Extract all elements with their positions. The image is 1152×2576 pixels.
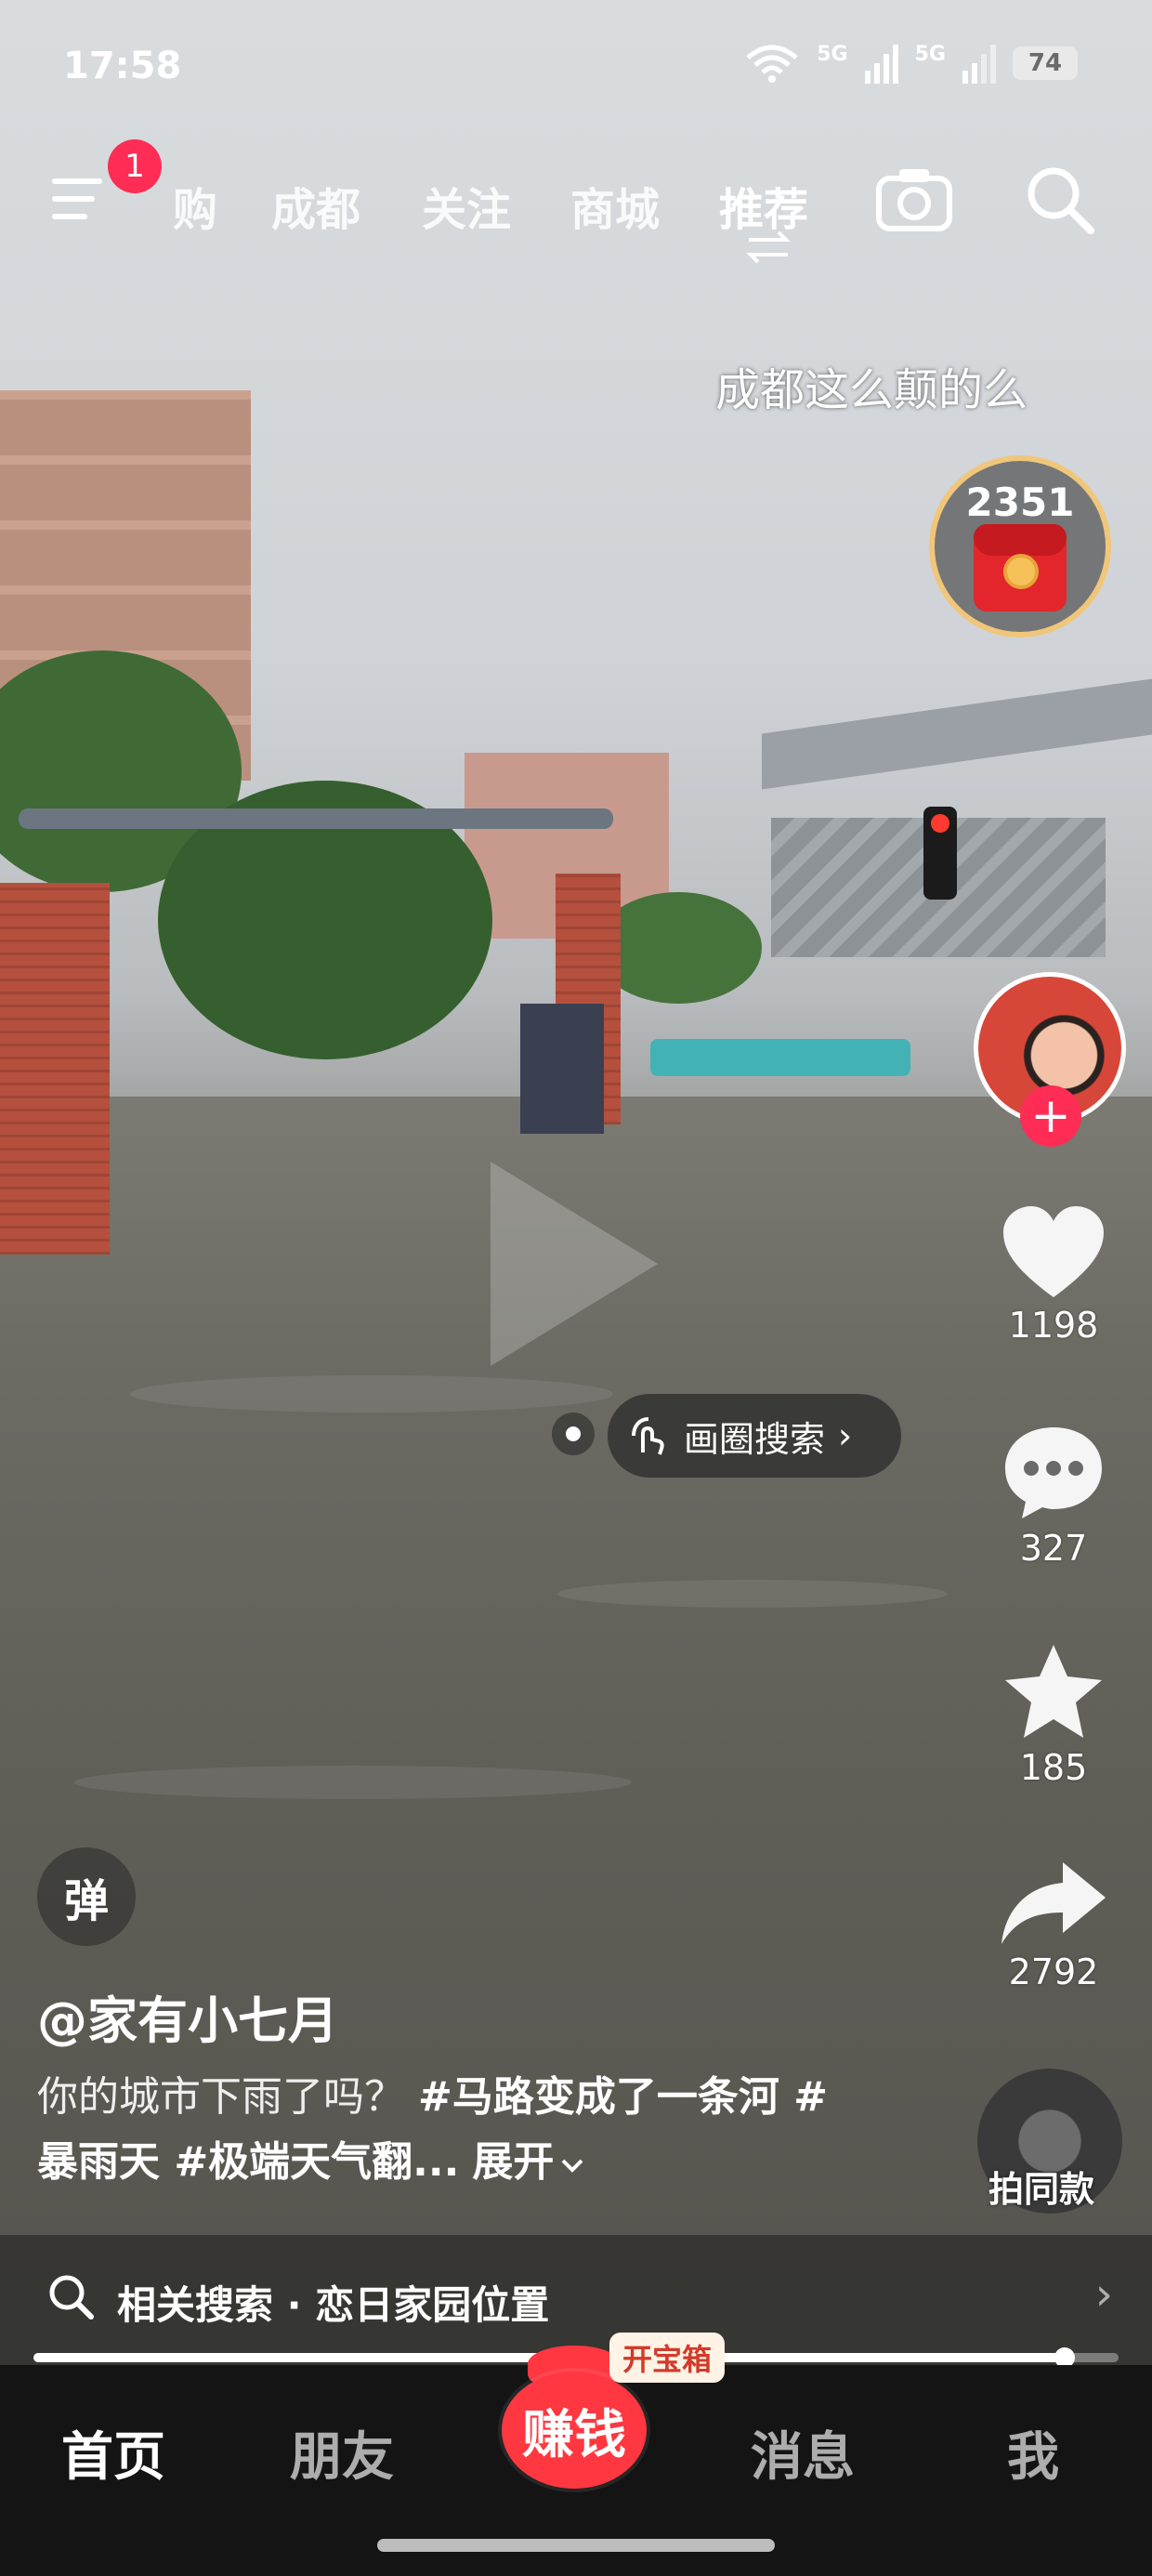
top-nav: 购 成都 关注 商城 推荐 bbox=[0, 158, 1152, 264]
star-icon bbox=[1005, 1645, 1102, 1738]
tab-following[interactable]: 关注 bbox=[422, 173, 511, 238]
related-search-text: 相关搜索 · 恋日家园位置 bbox=[117, 2282, 550, 2328]
comment-count: 327 bbox=[1019, 1528, 1088, 1569]
search-icon[interactable] bbox=[1022, 162, 1096, 236]
signal-5g-label: 5G bbox=[817, 43, 848, 66]
tab-shop-partial[interactable]: 购 bbox=[173, 173, 217, 238]
kiosk bbox=[520, 1004, 604, 1134]
chevron-down-icon bbox=[561, 2159, 583, 2173]
like-action[interactable]: 1198 bbox=[990, 1204, 1117, 1346]
camera-icon[interactable] bbox=[873, 162, 955, 236]
share-icon bbox=[1001, 1862, 1106, 1944]
earn-button[interactable]: 赚钱 bbox=[502, 2372, 647, 2489]
wifi-icon bbox=[746, 45, 798, 83]
favorite-action[interactable]: 185 bbox=[990, 1641, 1117, 1788]
battery-indicator: 74 bbox=[1013, 46, 1078, 80]
coin-reward-count: 2351 bbox=[965, 480, 1075, 525]
same-style-label[interactable]: 拍同款 bbox=[988, 2161, 1094, 2212]
share-action[interactable]: 2792 bbox=[990, 1859, 1117, 1992]
red-envelope-flap bbox=[974, 524, 1067, 556]
favorite-count: 185 bbox=[1019, 1747, 1088, 1788]
follow-button[interactable]: + bbox=[1020, 1085, 1081, 1147]
water-ripple bbox=[130, 1375, 613, 1413]
play-icon[interactable] bbox=[491, 1162, 658, 1366]
circle-search-button[interactable]: 画圈搜索 › bbox=[608, 1394, 901, 1478]
open-chest-badge[interactable]: 开宝箱 bbox=[609, 2333, 726, 2383]
nav-me[interactable]: 我 bbox=[1007, 2415, 1059, 2491]
chevron-right-icon: › bbox=[1094, 2268, 1113, 2320]
tab-mall[interactable]: 商城 bbox=[570, 173, 660, 238]
menu-button[interactable] bbox=[52, 171, 117, 227]
danmaku-toggle[interactable]: 弹 bbox=[37, 1847, 136, 1946]
nav-friends[interactable]: 朋友 bbox=[290, 2415, 394, 2491]
gate-arch bbox=[19, 808, 613, 829]
status-bar: 17:58 5G 5G 74 bbox=[0, 37, 1152, 102]
bike-row bbox=[650, 1039, 910, 1076]
author-name[interactable]: @家有小七月 bbox=[37, 1979, 338, 2053]
traffic-light-red bbox=[931, 814, 949, 833]
home-indicator[interactable] bbox=[377, 2539, 775, 2552]
tab-chengdu[interactable]: 成都 bbox=[271, 173, 360, 238]
red-envelope-seal bbox=[1003, 554, 1039, 589]
footbridge bbox=[762, 678, 1152, 790]
signal-5g-label-2: 5G bbox=[914, 43, 946, 66]
comment-icon bbox=[1005, 1427, 1102, 1518]
like-count: 1198 bbox=[1008, 1305, 1099, 1346]
share-count: 2792 bbox=[1008, 1952, 1099, 1992]
coin-reward-widget[interactable]: 2351 bbox=[929, 455, 1111, 637]
circle-search-dot[interactable] bbox=[552, 1413, 595, 1455]
water-ripple bbox=[74, 1766, 632, 1799]
comment-action[interactable]: 327 bbox=[990, 1422, 1117, 1569]
chevron-right-icon: › bbox=[838, 1415, 853, 1456]
heart-icon bbox=[1003, 1206, 1104, 1297]
nav-messages[interactable]: 消息 bbox=[751, 2415, 855, 2491]
signal-icon bbox=[864, 45, 898, 84]
swap-icon[interactable] bbox=[743, 229, 793, 266]
gate-pillar-left bbox=[0, 883, 110, 1255]
status-time: 17:58 bbox=[63, 45, 182, 87]
water-ripple bbox=[557, 1580, 948, 1608]
status-icons: 5G 5G 74 bbox=[744, 43, 1078, 84]
nav-home[interactable]: 首页 bbox=[61, 2415, 165, 2491]
menu-notification-badge: 1 bbox=[108, 139, 162, 193]
description-text: 你的城市下雨了吗？ bbox=[37, 2073, 418, 2121]
expand-button[interactable]: 展开 bbox=[472, 2138, 554, 2186]
search-icon bbox=[49, 2275, 94, 2320]
video-caption: 成都这么颠的么 bbox=[715, 364, 1028, 416]
signal-icon-2 bbox=[962, 45, 996, 84]
hand-gesture-icon bbox=[632, 1417, 664, 1455]
circle-search-label: 画圈搜索 bbox=[684, 1418, 826, 1460]
post-description[interactable]: 你的城市下雨了吗？ #马路变成了一条河 #暴雨天 #极端天气翻... 展开 bbox=[37, 2065, 855, 2195]
